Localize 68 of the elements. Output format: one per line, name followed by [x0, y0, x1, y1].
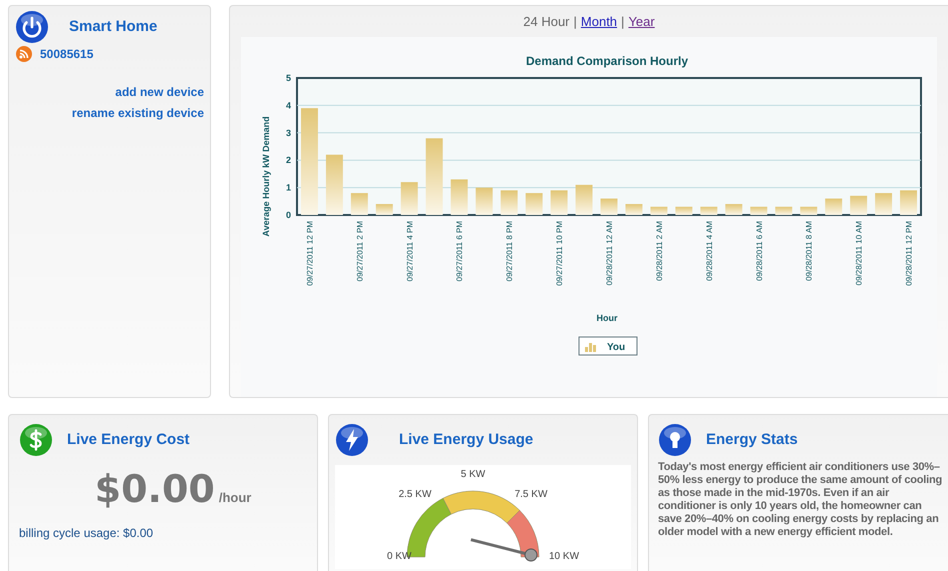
x-tick-label: 09/27/2011 12 PM	[305, 221, 314, 286]
range-tab[interactable]: Month	[580, 12, 618, 32]
dollar-icon	[19, 423, 53, 457]
legend-label: You	[607, 342, 626, 353]
x-tick-label: 09/28/2011 10 AM	[854, 221, 864, 286]
bar	[625, 204, 642, 215]
energy-tip: Today's most energy efficient air conditioners use 30%–50% less energy to produce the same amount of cooling as those made in the mid-1970s. Even if an air conditioner is only 10 years old, the homeowner can save 20%–40% on cooling energy costs by replacing an older model with a new energy efficient model.	[658, 461, 944, 539]
bar	[500, 190, 518, 215]
x-tick-label: 09/27/2011 8 PM	[505, 221, 514, 282]
bar	[850, 196, 868, 215]
lightning-icon	[335, 423, 369, 457]
gauge-label: 2.5 KW	[398, 490, 432, 500]
billing-usage: billing cycle usage: $0.00	[19, 525, 154, 542]
cost-unit: /hour	[218, 489, 252, 507]
bar	[900, 190, 917, 215]
card-title: Live Energy Cost	[67, 430, 190, 450]
x-tick-label: 09/27/2011 2 PM	[355, 221, 364, 282]
separator: |	[621, 12, 624, 31]
chart-title: Demand Comparison Hourly	[526, 54, 688, 68]
y-tick-label: 5	[286, 73, 291, 83]
cost-amount: $0.00	[94, 466, 215, 513]
x-tick-label: 09/27/2011 4 PM	[405, 221, 414, 282]
x-tick-label: 09/28/2011 8 AM	[804, 221, 814, 281]
separator: |	[574, 12, 577, 31]
light-bulb-icon	[658, 423, 692, 457]
x-tick-label: 09/27/2011 10 PM	[555, 221, 564, 286]
bar	[825, 198, 842, 215]
bar	[476, 188, 493, 215]
y-axis-title: Average Hourly kW Demand	[261, 116, 271, 237]
gauge-label: 5 KW	[460, 470, 486, 480]
x-tick-label: 09/28/2011 12 AM	[605, 221, 614, 286]
bar	[350, 193, 368, 215]
bar	[526, 193, 543, 215]
gauge-label: 7.5 KW	[514, 490, 548, 500]
card-title: Live Energy Usage	[399, 430, 534, 450]
range-tab[interactable]: Year	[628, 12, 655, 32]
power-icon	[15, 10, 49, 44]
card-title: Smart Home	[69, 16, 158, 37]
y-tick-label: 4	[286, 100, 291, 110]
bar	[326, 154, 343, 215]
gauge-needle	[470, 538, 538, 562]
bar	[576, 184, 593, 215]
x-tick-label: 09/28/2011 4 AM	[704, 221, 714, 281]
bar	[450, 179, 468, 215]
bar	[550, 190, 568, 215]
y-tick-label: 1	[286, 182, 291, 193]
x-axis-title: Hour	[596, 313, 618, 323]
rss-icon	[16, 46, 32, 62]
y-tick-label: 2	[286, 155, 291, 166]
legend: You	[578, 336, 638, 356]
bar	[400, 182, 418, 215]
bar	[875, 193, 892, 215]
account-number: 50085615	[40, 46, 94, 63]
x-tick-label: 09/28/2011 12 PM	[904, 221, 914, 286]
x-tick-label: 09/28/2011 6 AM	[754, 221, 764, 281]
bar	[600, 198, 618, 215]
bar	[376, 204, 393, 215]
gauge-label: 0 KW	[387, 552, 412, 562]
gauge-label: 10 KW	[549, 552, 580, 562]
device-link[interactable]: add new device	[115, 83, 204, 101]
y-tick-label: 0	[286, 210, 291, 220]
card-title: Energy Stats	[706, 430, 798, 450]
x-tick-label: 09/27/2011 6 PM	[455, 221, 464, 282]
y-tick-label: 3	[286, 128, 291, 138]
device-link[interactable]: rename existing device	[72, 104, 204, 122]
x-tick-label: 09/28/2011 2 AM	[654, 221, 664, 281]
range-tab[interactable]: 24 Hour	[523, 12, 570, 32]
bar	[725, 204, 742, 215]
